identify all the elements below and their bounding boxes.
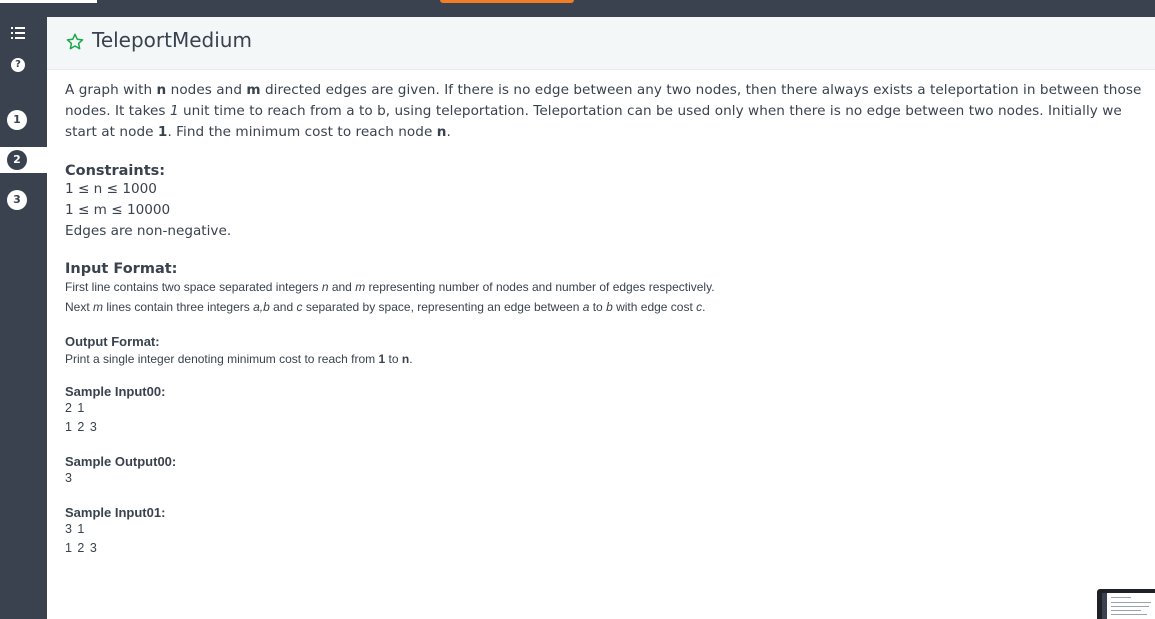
sample-line: 3 (65, 471, 73, 485)
sidebar-question-1[interactable]: 1 (0, 107, 47, 133)
screen-share-thumbnail[interactable] (1097, 589, 1155, 619)
output-format-title: Output Format: (65, 334, 160, 349)
page-title: TeleportMedium (92, 28, 252, 52)
constraint-line: Edges are non-negative. (65, 223, 232, 239)
sidebar-question-3[interactable]: 3 (0, 187, 47, 213)
sample-line: 1 2 3 (65, 420, 98, 434)
sidebar-question-2[interactable]: 2 (0, 147, 47, 173)
output-format-line: Print a single integer denoting minimum … (65, 352, 413, 366)
top-tab[interactable] (0, 0, 97, 3)
input-format-line-2: Next m lines contain three integers a,b … (65, 300, 706, 314)
constraint-line: 1 ≤ n ≤ 1000 (65, 181, 157, 197)
problem-header: TeleportMedium (47, 17, 1155, 70)
constraints-title: Constraints: (65, 163, 166, 179)
top-action-button[interactable] (440, 0, 574, 3)
list-icon[interactable] (11, 27, 25, 39)
sample-output-00-title: Sample Output00: (65, 454, 177, 469)
sample-line: 2 1 (65, 401, 86, 415)
star-icon[interactable] (65, 32, 85, 52)
problem-description: A graph with n nodes and m directed edge… (65, 82, 1142, 140)
help-icon[interactable]: ? (11, 58, 25, 72)
sample-input-00-title: Sample Input00: (65, 384, 166, 399)
question-number: 1 (7, 110, 27, 130)
problem-statement: A graph with n nodes and m directed edge… (65, 80, 1150, 558)
constraint-line: 1 ≤ m ≤ 10000 (65, 202, 171, 218)
question-number: 3 (7, 190, 27, 210)
sample-input-01-title: Sample Input01: (65, 505, 166, 520)
top-bar (0, 0, 1155, 17)
input-format-title: Input Format: (65, 261, 178, 277)
sidebar: ? 1 2 3 (0, 17, 47, 619)
sample-line: 1 2 3 (65, 541, 98, 555)
sample-line: 3 1 (65, 522, 86, 536)
input-format-line-1: First line contains two space separated … (65, 280, 715, 294)
question-number: 2 (7, 150, 27, 170)
